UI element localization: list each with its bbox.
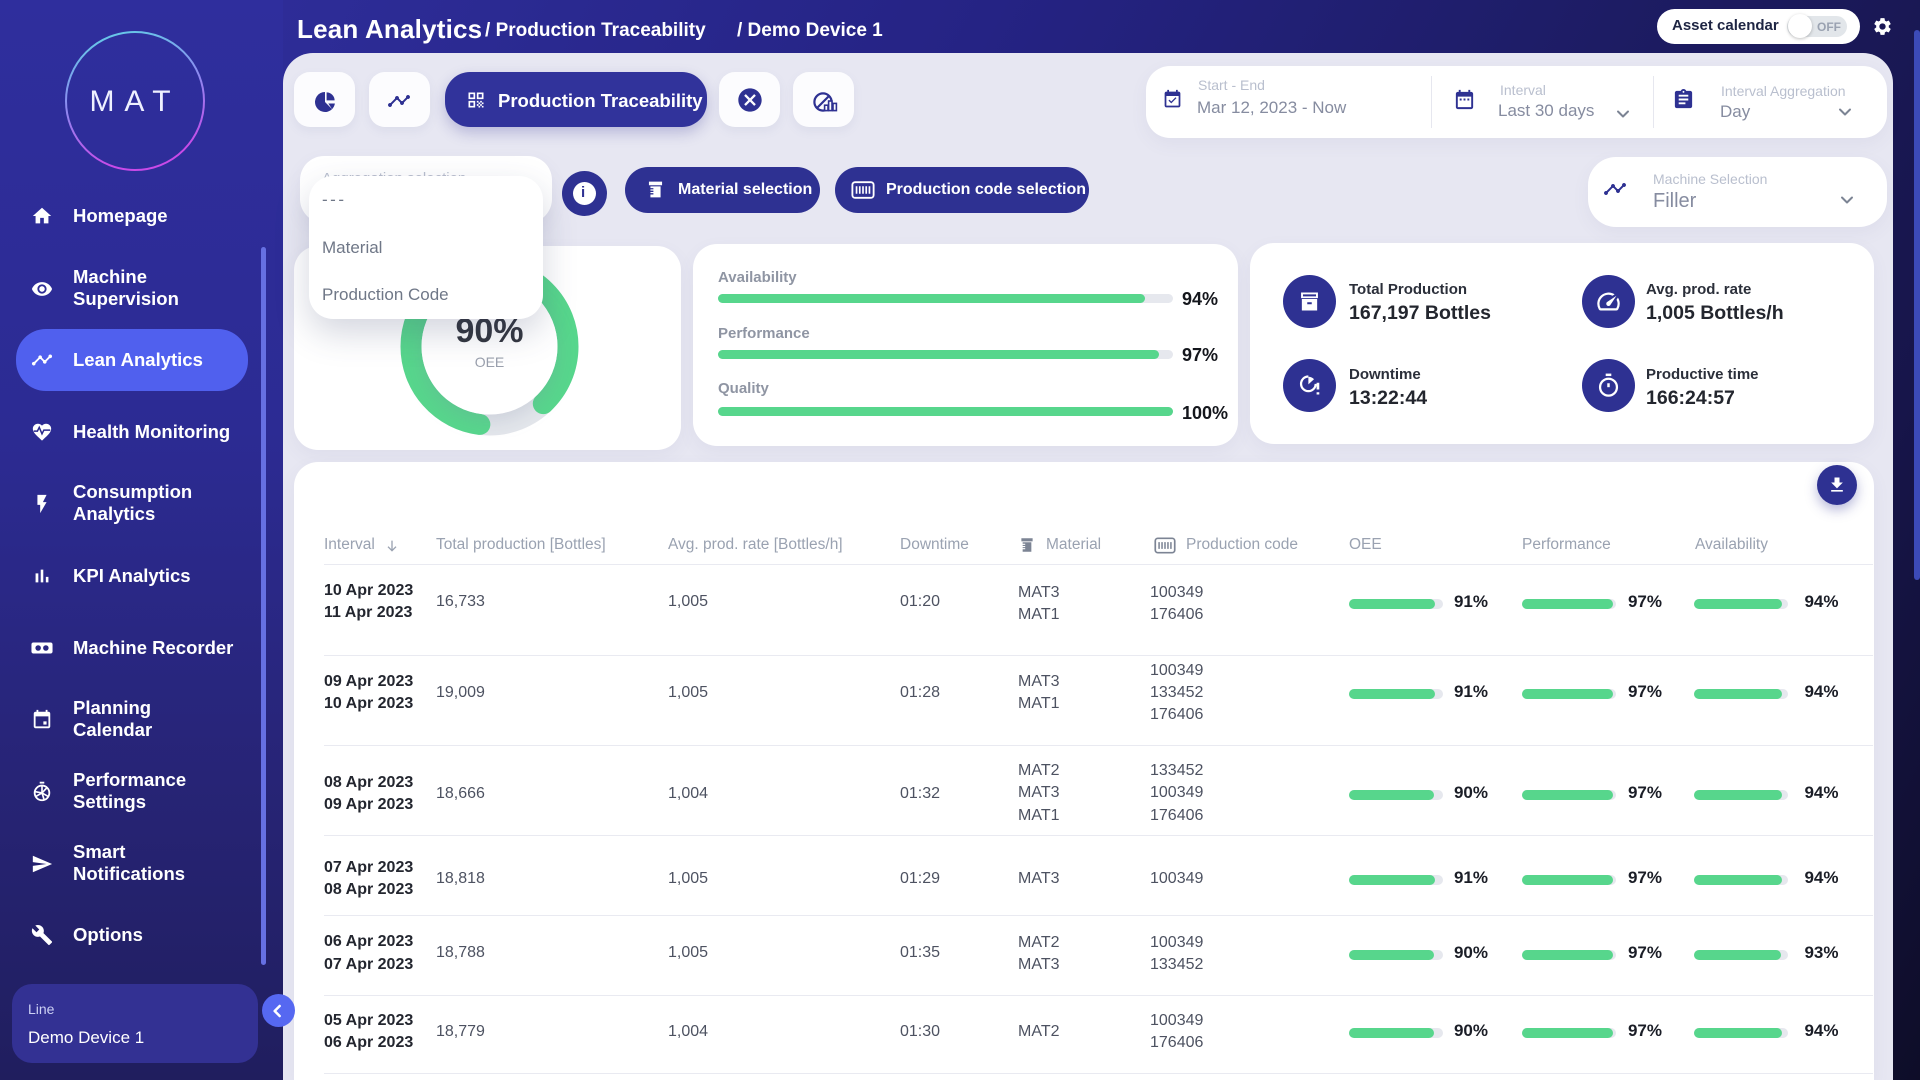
svg-text:MAT: MAT	[89, 85, 180, 118]
